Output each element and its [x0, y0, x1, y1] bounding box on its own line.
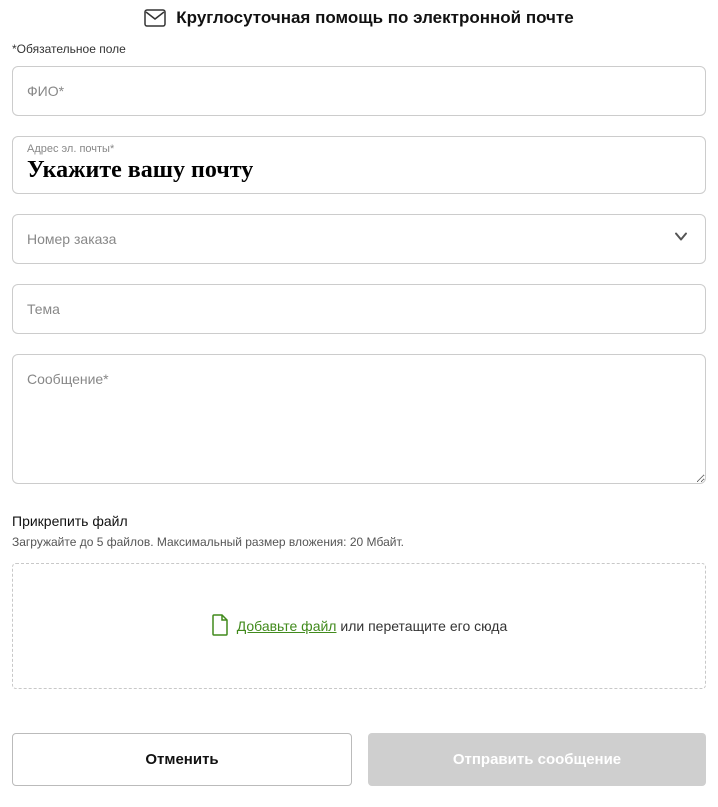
- attach-hint: Загружайте до 5 файлов. Максимальный раз…: [12, 535, 706, 549]
- order-field-wrapper: Номер заказа: [12, 214, 706, 264]
- file-icon: [211, 614, 229, 639]
- drop-text: или перетащите его сюда: [336, 618, 507, 634]
- mail-icon: [144, 9, 166, 27]
- file-dropzone[interactable]: Добавьте файл или перетащите его сюда: [12, 563, 706, 689]
- submit-button[interactable]: Отправить сообщение: [368, 733, 706, 786]
- email-value: Укажите вашу почту: [27, 157, 691, 183]
- name-input[interactable]: [12, 66, 706, 116]
- button-row: Отменить Отправить сообщение: [12, 733, 706, 786]
- attach-title: Прикрепить файл: [12, 513, 706, 529]
- message-textarea[interactable]: [12, 354, 706, 484]
- email-label: Адрес эл. почты*: [27, 143, 691, 155]
- form-header: Круглосуточная помощь по электронной поч…: [12, 0, 706, 42]
- subject-field-wrapper: [12, 284, 706, 334]
- form-title: Круглосуточная помощь по электронной поч…: [176, 8, 573, 28]
- required-note: *Обязательное поле: [12, 42, 706, 56]
- order-select[interactable]: Номер заказа: [12, 214, 706, 264]
- cancel-button[interactable]: Отменить: [12, 733, 352, 786]
- subject-input[interactable]: [12, 284, 706, 334]
- add-file-link[interactable]: Добавьте файл: [237, 618, 337, 634]
- email-field-wrapper: Адрес эл. почты* Укажите вашу почту: [12, 136, 706, 194]
- message-field-wrapper: [12, 354, 706, 489]
- email-field[interactable]: Адрес эл. почты* Укажите вашу почту: [12, 136, 706, 194]
- name-field-wrapper: [12, 66, 706, 116]
